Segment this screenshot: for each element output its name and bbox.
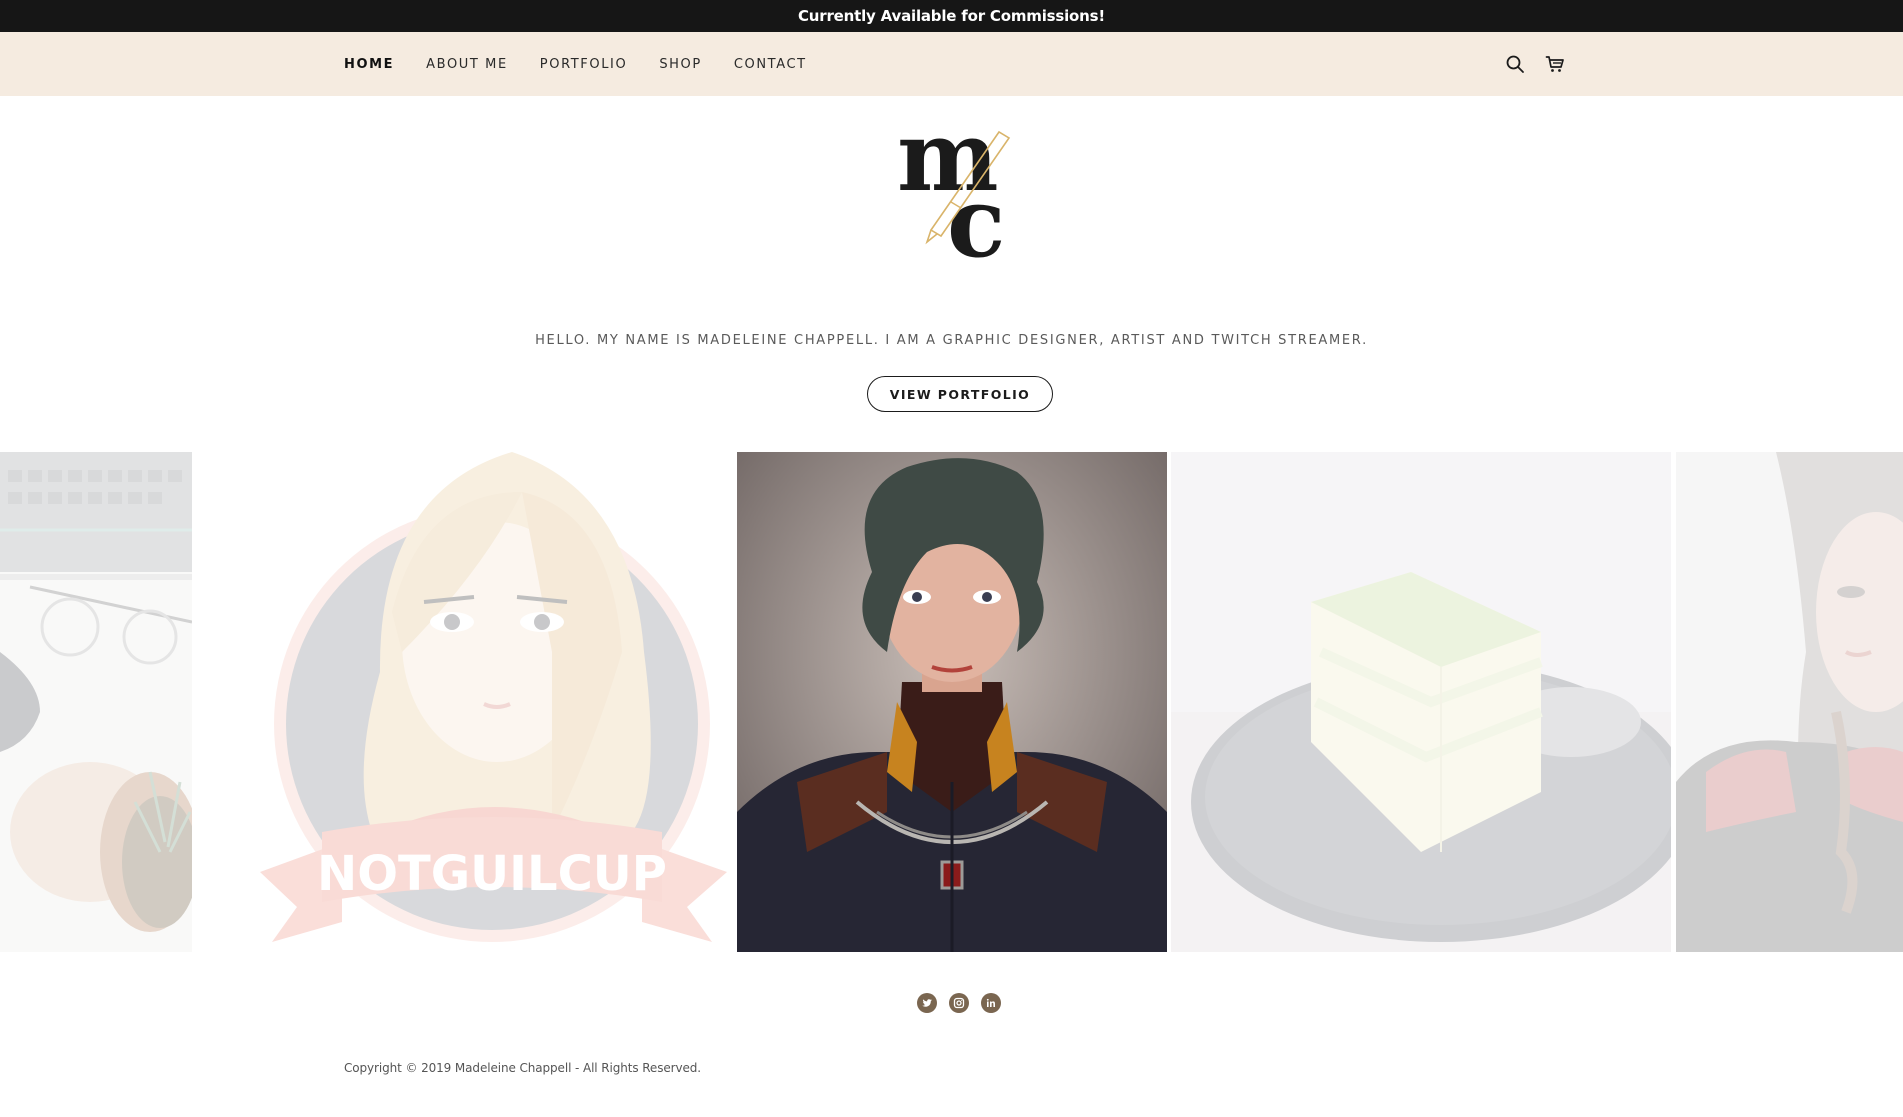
hero-tagline: HELLO. MY NAME IS MADELEINE CHAPPELL. I … <box>535 333 1368 348</box>
nav-link-about-me[interactable]: ABOUT ME <box>426 57 508 72</box>
gallery-slide-cake[interactable] <box>1171 452 1671 952</box>
nav-link-home[interactable]: HOME <box>344 57 394 72</box>
linkedin-icon[interactable] <box>981 993 1001 1013</box>
twitter-icon[interactable] <box>917 993 937 1013</box>
nav-link-contact[interactable]: CONTACT <box>734 57 807 72</box>
social-links <box>917 993 1001 1013</box>
avatar-banner-text: NOTGUILCUP <box>317 846 667 902</box>
footer-copyright: Copyright © 2019 Madeleine Chappell - Al… <box>344 1061 701 1075</box>
gallery-slide-portrait[interactable] <box>737 452 1167 952</box>
nav-link-shop[interactable]: SHOP <box>659 57 702 72</box>
gallery-slide-selfie[interactable] <box>1676 452 1903 952</box>
cart-icon[interactable] <box>1545 54 1565 74</box>
gallery-slide-desk[interactable] <box>0 452 192 952</box>
nav-link-portfolio[interactable]: PORTFOLIO <box>540 57 628 72</box>
instagram-icon[interactable] <box>949 993 969 1013</box>
view-portfolio-button[interactable]: VIEW PORTFOLIO <box>867 376 1053 412</box>
announcement-bar: Currently Available for Commissions! <box>0 0 1903 32</box>
search-icon[interactable] <box>1505 54 1525 74</box>
gallery-slide-avatar[interactable]: NOTGUILCUP <box>192 452 735 952</box>
svg-text:c: c <box>947 166 1005 268</box>
nav-links: HOME ABOUT ME PORTFOLIO SHOP CONTACT <box>344 32 839 96</box>
announcement-text: Currently Available for Commissions! <box>797 7 1106 25</box>
top-navigation: HOME ABOUT ME PORTFOLIO SHOP CONTACT <box>0 32 1903 96</box>
nav-icons <box>1505 32 1565 96</box>
gallery-carousel[interactable]: NOTGUILCUP <box>0 452 1903 952</box>
site-logo[interactable]: m c <box>895 100 1025 279</box>
